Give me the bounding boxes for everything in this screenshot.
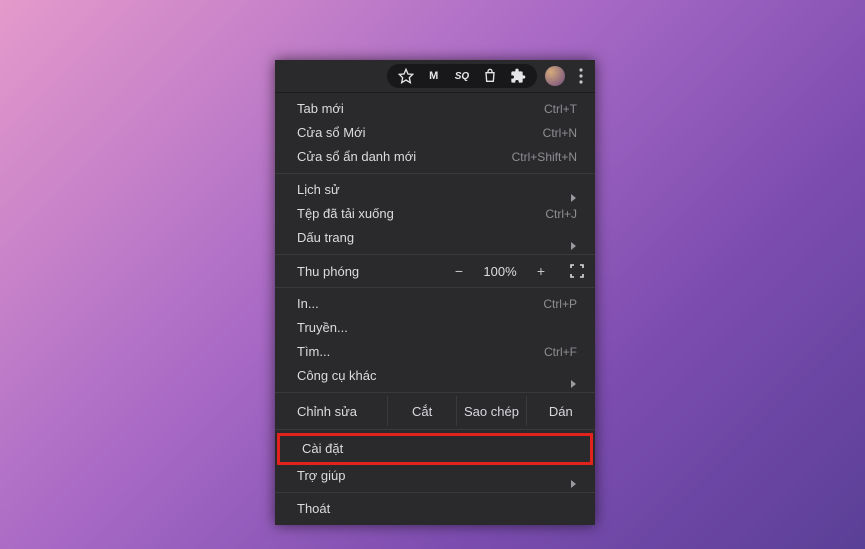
chevron-right-icon [569, 472, 577, 480]
menu-label: Cửa sổ Mới [297, 121, 366, 145]
menu-item-cast[interactable]: Truyền... [275, 316, 595, 340]
menu-label: Công cụ khác [297, 364, 377, 388]
shortcut-text: Ctrl+T [544, 97, 577, 121]
menu-label: Tìm... [297, 340, 330, 364]
edit-row-label: Chỉnh sửa [275, 404, 387, 419]
menu-label: Cửa sổ ẩn danh mới [297, 145, 416, 169]
separator [275, 287, 595, 288]
menu-item-help[interactable]: Trợ giúp [275, 464, 595, 488]
menu-item-exit[interactable]: Thoát [275, 497, 595, 521]
menu-item-new-tab[interactable]: Tab mới Ctrl+T [275, 97, 595, 121]
menu-item-find[interactable]: Tìm... Ctrl+F [275, 340, 595, 364]
extension-sq-icon[interactable]: SQ [453, 67, 471, 85]
bag-icon[interactable] [481, 67, 499, 85]
menu-label: Truyền... [297, 316, 348, 340]
star-icon[interactable] [397, 67, 415, 85]
cut-button[interactable]: Cắt [387, 396, 456, 426]
edit-row: Chỉnh sửa Cắt Sao chép Dán [275, 393, 595, 429]
browser-toolbar: M SQ [275, 60, 595, 93]
menu-item-more-tools[interactable]: Công cụ khác [275, 364, 595, 388]
browser-overflow-menu: M SQ Ta [275, 60, 595, 525]
menu-label: Cài đặt [302, 437, 343, 461]
copy-button[interactable]: Sao chép [456, 396, 525, 426]
fullscreen-button[interactable] [569, 263, 585, 279]
menu-label: Lịch sử [297, 178, 340, 202]
menu-item-settings[interactable]: Cài đặt [280, 436, 590, 462]
zoom-controls: − 100% + [451, 263, 585, 279]
zoom-in-button[interactable]: + [533, 263, 549, 279]
menu-label: In... [297, 292, 319, 316]
menu-item-new-window[interactable]: Cửa sổ Mới Ctrl+N [275, 121, 595, 145]
more-menu-button[interactable] [573, 68, 589, 84]
menu-label: Thoát [297, 497, 330, 521]
chevron-right-icon [569, 186, 577, 194]
shortcut-text: Ctrl+P [543, 292, 577, 316]
menu-label: Tab mới [297, 97, 344, 121]
extensions-icon[interactable] [509, 67, 527, 85]
paste-button[interactable]: Dán [526, 396, 595, 426]
shortcut-text: Ctrl+N [543, 121, 577, 145]
shortcut-text: Ctrl+Shift+N [512, 145, 577, 169]
zoom-label: Thu phóng [297, 264, 451, 279]
shortcut-text: Ctrl+F [544, 340, 577, 364]
menu-item-bookmarks[interactable]: Dấu trang [275, 226, 595, 250]
zoom-value: 100% [481, 264, 519, 279]
menu-label: Tệp đã tải xuống [297, 202, 394, 226]
menu-item-history[interactable]: Lịch sử [275, 178, 595, 202]
profile-avatar[interactable] [545, 66, 565, 86]
menu-label: Dấu trang [297, 226, 354, 250]
chevron-right-icon [569, 234, 577, 242]
desktop-background: M SQ Ta [0, 0, 865, 549]
toolbar-pill: M SQ [387, 64, 537, 88]
menu-item-new-incognito[interactable]: Cửa sổ ẩn danh mới Ctrl+Shift+N [275, 145, 595, 169]
extension-m-icon[interactable]: M [425, 67, 443, 85]
menu-item-downloads[interactable]: Tệp đã tải xuống Ctrl+J [275, 202, 595, 226]
zoom-row: Thu phóng − 100% + [275, 255, 595, 287]
menu-item-print[interactable]: In... Ctrl+P [275, 292, 595, 316]
shortcut-text: Ctrl+J [545, 202, 577, 226]
menu-label: Trợ giúp [297, 464, 346, 488]
chevron-right-icon [569, 372, 577, 380]
separator [275, 492, 595, 493]
annotation-highlight: Cài đặt [277, 433, 593, 465]
separator [275, 173, 595, 174]
zoom-out-button[interactable]: − [451, 263, 467, 279]
